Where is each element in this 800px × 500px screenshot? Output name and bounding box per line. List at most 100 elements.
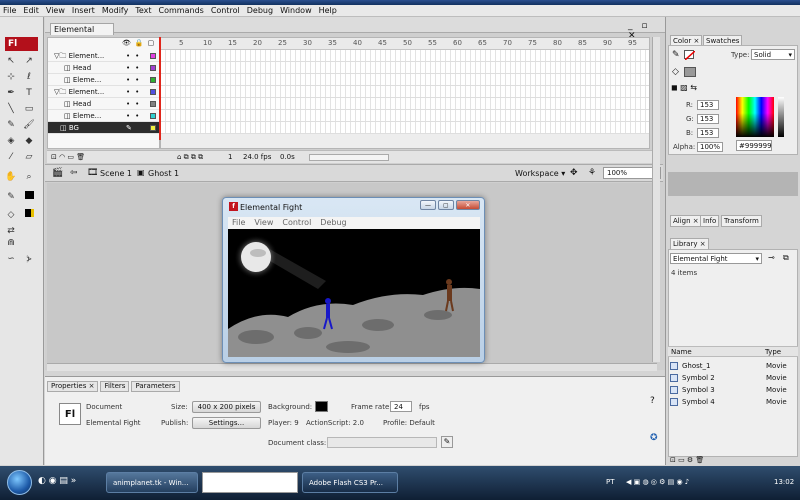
snap-magnet-icon[interactable]: ⋒: [4, 237, 18, 249]
rectangle-tool-icon[interactable]: ▭: [22, 103, 36, 115]
layer-row[interactable]: ▽🗀 Element... ••: [48, 50, 160, 62]
menu-control[interactable]: Control: [211, 6, 240, 15]
player-menu-debug[interactable]: Debug: [320, 217, 346, 229]
frames-row[interactable]: [161, 50, 649, 62]
menu-help[interactable]: Help: [319, 6, 337, 15]
stroke-swatch[interactable]: [684, 50, 695, 60]
scene-breadcrumb[interactable]: Scene 1: [100, 169, 132, 178]
layer-row[interactable]: ◫ Eleme... ••: [48, 74, 160, 86]
tab-transform[interactable]: Transform: [721, 215, 762, 227]
layer-visibility-dots[interactable]: ••: [126, 62, 144, 74]
menu-window[interactable]: Window: [280, 6, 312, 15]
hand-tool-icon[interactable]: ✋: [4, 171, 18, 183]
frames-row[interactable]: [161, 86, 649, 98]
menu-view[interactable]: View: [46, 6, 65, 15]
tray-icons[interactable]: ◀ ▣ ◍ ◎ ⚙ ▤ ◉ ♪: [626, 472, 689, 493]
column-name[interactable]: Name: [671, 347, 692, 358]
player-menu-control[interactable]: Control: [282, 217, 311, 229]
quick-launch-icons[interactable]: ◐ ◉ ▤ »: [38, 476, 76, 486]
smooth-icon[interactable]: ∽: [4, 253, 18, 265]
column-type[interactable]: Type: [765, 347, 781, 358]
menu-debug[interactable]: Debug: [247, 6, 273, 15]
edit-scene-icon[interactable]: 🎬: [52, 168, 63, 178]
tab-align[interactable]: Align ×: [670, 215, 702, 227]
language-indicator[interactable]: PT: [606, 472, 615, 493]
library-document-select[interactable]: Elemental Fight ▾: [670, 253, 762, 264]
library-footer-icons[interactable]: ⊡ ▭ ⚙ 🗑: [670, 456, 704, 464]
layer-row[interactable]: ▽🗀 Element... ••: [48, 86, 160, 98]
layer-row[interactable]: ◫ Head ••: [48, 98, 160, 110]
minimize-button[interactable]: —: [420, 200, 436, 210]
selection-tool-icon[interactable]: ↖: [4, 55, 18, 67]
tab-filters[interactable]: Filters: [100, 381, 130, 392]
document-tab[interactable]: Elemental Fight*: [50, 23, 114, 45]
vertical-scrollbar[interactable]: [652, 37, 660, 362]
color-swap-icons[interactable]: ◼ ▨ ⇆: [671, 83, 697, 92]
menu-insert[interactable]: Insert: [72, 6, 95, 15]
eraser-tool-icon[interactable]: ▱: [22, 151, 36, 163]
frames-row[interactable]: [161, 98, 649, 110]
close-button[interactable]: ✕: [455, 200, 480, 210]
frames-row[interactable]: [161, 62, 649, 74]
library-item[interactable]: Symbol 2 Movie: [670, 373, 794, 383]
taskbar-blank-window[interactable]: [202, 472, 298, 493]
help-icon[interactable]: ?: [650, 396, 655, 406]
layer-visibility-dots[interactable]: ••: [126, 98, 144, 110]
layer-row-selected[interactable]: ◫ BG ✎: [48, 122, 160, 134]
background-color-swatch[interactable]: [315, 401, 328, 412]
pen-tool-icon[interactable]: ✒: [4, 87, 18, 99]
timeline-scrollbar[interactable]: [309, 154, 389, 161]
tab-info[interactable]: Info: [700, 215, 720, 227]
tab-properties[interactable]: Properties ×: [47, 381, 99, 392]
layer-header-icons[interactable]: 👁🔒▢: [122, 39, 158, 47]
pencil-tool-icon[interactable]: ✎: [4, 119, 18, 131]
start-button[interactable]: [7, 470, 32, 495]
alpha-input[interactable]: 100%: [697, 142, 723, 152]
layer-visibility-dots[interactable]: ••: [126, 86, 144, 98]
size-button[interactable]: 400 x 200 pixels: [192, 401, 261, 413]
library-item[interactable]: Ghost_1 Movie: [670, 361, 794, 371]
taskbar-flash-window[interactable]: Adobe Flash CS3 Pr...: [302, 472, 398, 493]
stroke-swatch-icon[interactable]: [22, 191, 36, 203]
swap-colors-icon[interactable]: ⇄: [4, 225, 18, 237]
menu-file[interactable]: File: [3, 6, 16, 15]
fill-swatch[interactable]: [684, 67, 696, 77]
layer-row[interactable]: ◫ Head ••: [48, 62, 160, 74]
frames-row[interactable]: [161, 110, 649, 122]
pin-icon[interactable]: ⊸: [768, 253, 775, 262]
tab-parameters[interactable]: Parameters: [131, 381, 180, 392]
maximize-button[interactable]: ▢: [437, 200, 454, 210]
text-tool-icon[interactable]: T: [22, 87, 36, 99]
workspace-menu[interactable]: Workspace ▾: [515, 169, 565, 178]
library-item[interactable]: Symbol 3 Movie: [670, 385, 794, 395]
free-transform-icon[interactable]: ⊹: [4, 71, 18, 83]
menu-text[interactable]: Text: [135, 6, 151, 15]
timeline-layer-buttons[interactable]: ⊡ ◠ ▭ 🗑: [51, 151, 85, 164]
b-input[interactable]: 153: [697, 128, 719, 138]
brush-tool-icon[interactable]: 🖌: [22, 119, 36, 131]
fill-color-icon[interactable]: ◇: [4, 209, 18, 221]
type-select[interactable]: Solid ▾: [751, 49, 795, 60]
frame-ruler[interactable]: 5 10 15 20 25 30 35 40 45 50 55 60 65 70…: [161, 38, 649, 50]
layer-visibility-dots[interactable]: ••: [126, 74, 144, 86]
pencil-icon[interactable]: ✎: [441, 436, 453, 448]
symbol-breadcrumb[interactable]: Ghost 1: [148, 169, 179, 178]
frames-row[interactable]: [161, 74, 649, 86]
layer-visibility-dots[interactable]: ••: [126, 50, 144, 62]
settings-button[interactable]: Settings...: [192, 417, 261, 429]
lasso-tool-icon[interactable]: ℓ: [22, 71, 36, 83]
subselection-tool-icon[interactable]: ↗: [22, 55, 36, 67]
menu-commands[interactable]: Commands: [159, 6, 204, 15]
player-menu-view[interactable]: View: [254, 217, 273, 229]
stroke-color-icon[interactable]: ✎: [4, 191, 18, 203]
back-arrow-icon[interactable]: ⇦: [70, 168, 78, 178]
frame-rate-input[interactable]: 24: [390, 401, 412, 412]
accessibility-icon[interactable]: ✪: [650, 433, 658, 443]
fill-color-icon[interactable]: ◇: [672, 67, 679, 77]
game-canvas[interactable]: [228, 229, 480, 357]
layer-visibility-dots[interactable]: ••: [126, 110, 144, 122]
edit-scene-icon-2[interactable]: ⚘: [588, 168, 596, 178]
ink-bottle-icon[interactable]: ◈: [4, 135, 18, 147]
edit-symbols-icon[interactable]: ✥: [570, 168, 578, 178]
r-input[interactable]: 153: [697, 100, 719, 110]
